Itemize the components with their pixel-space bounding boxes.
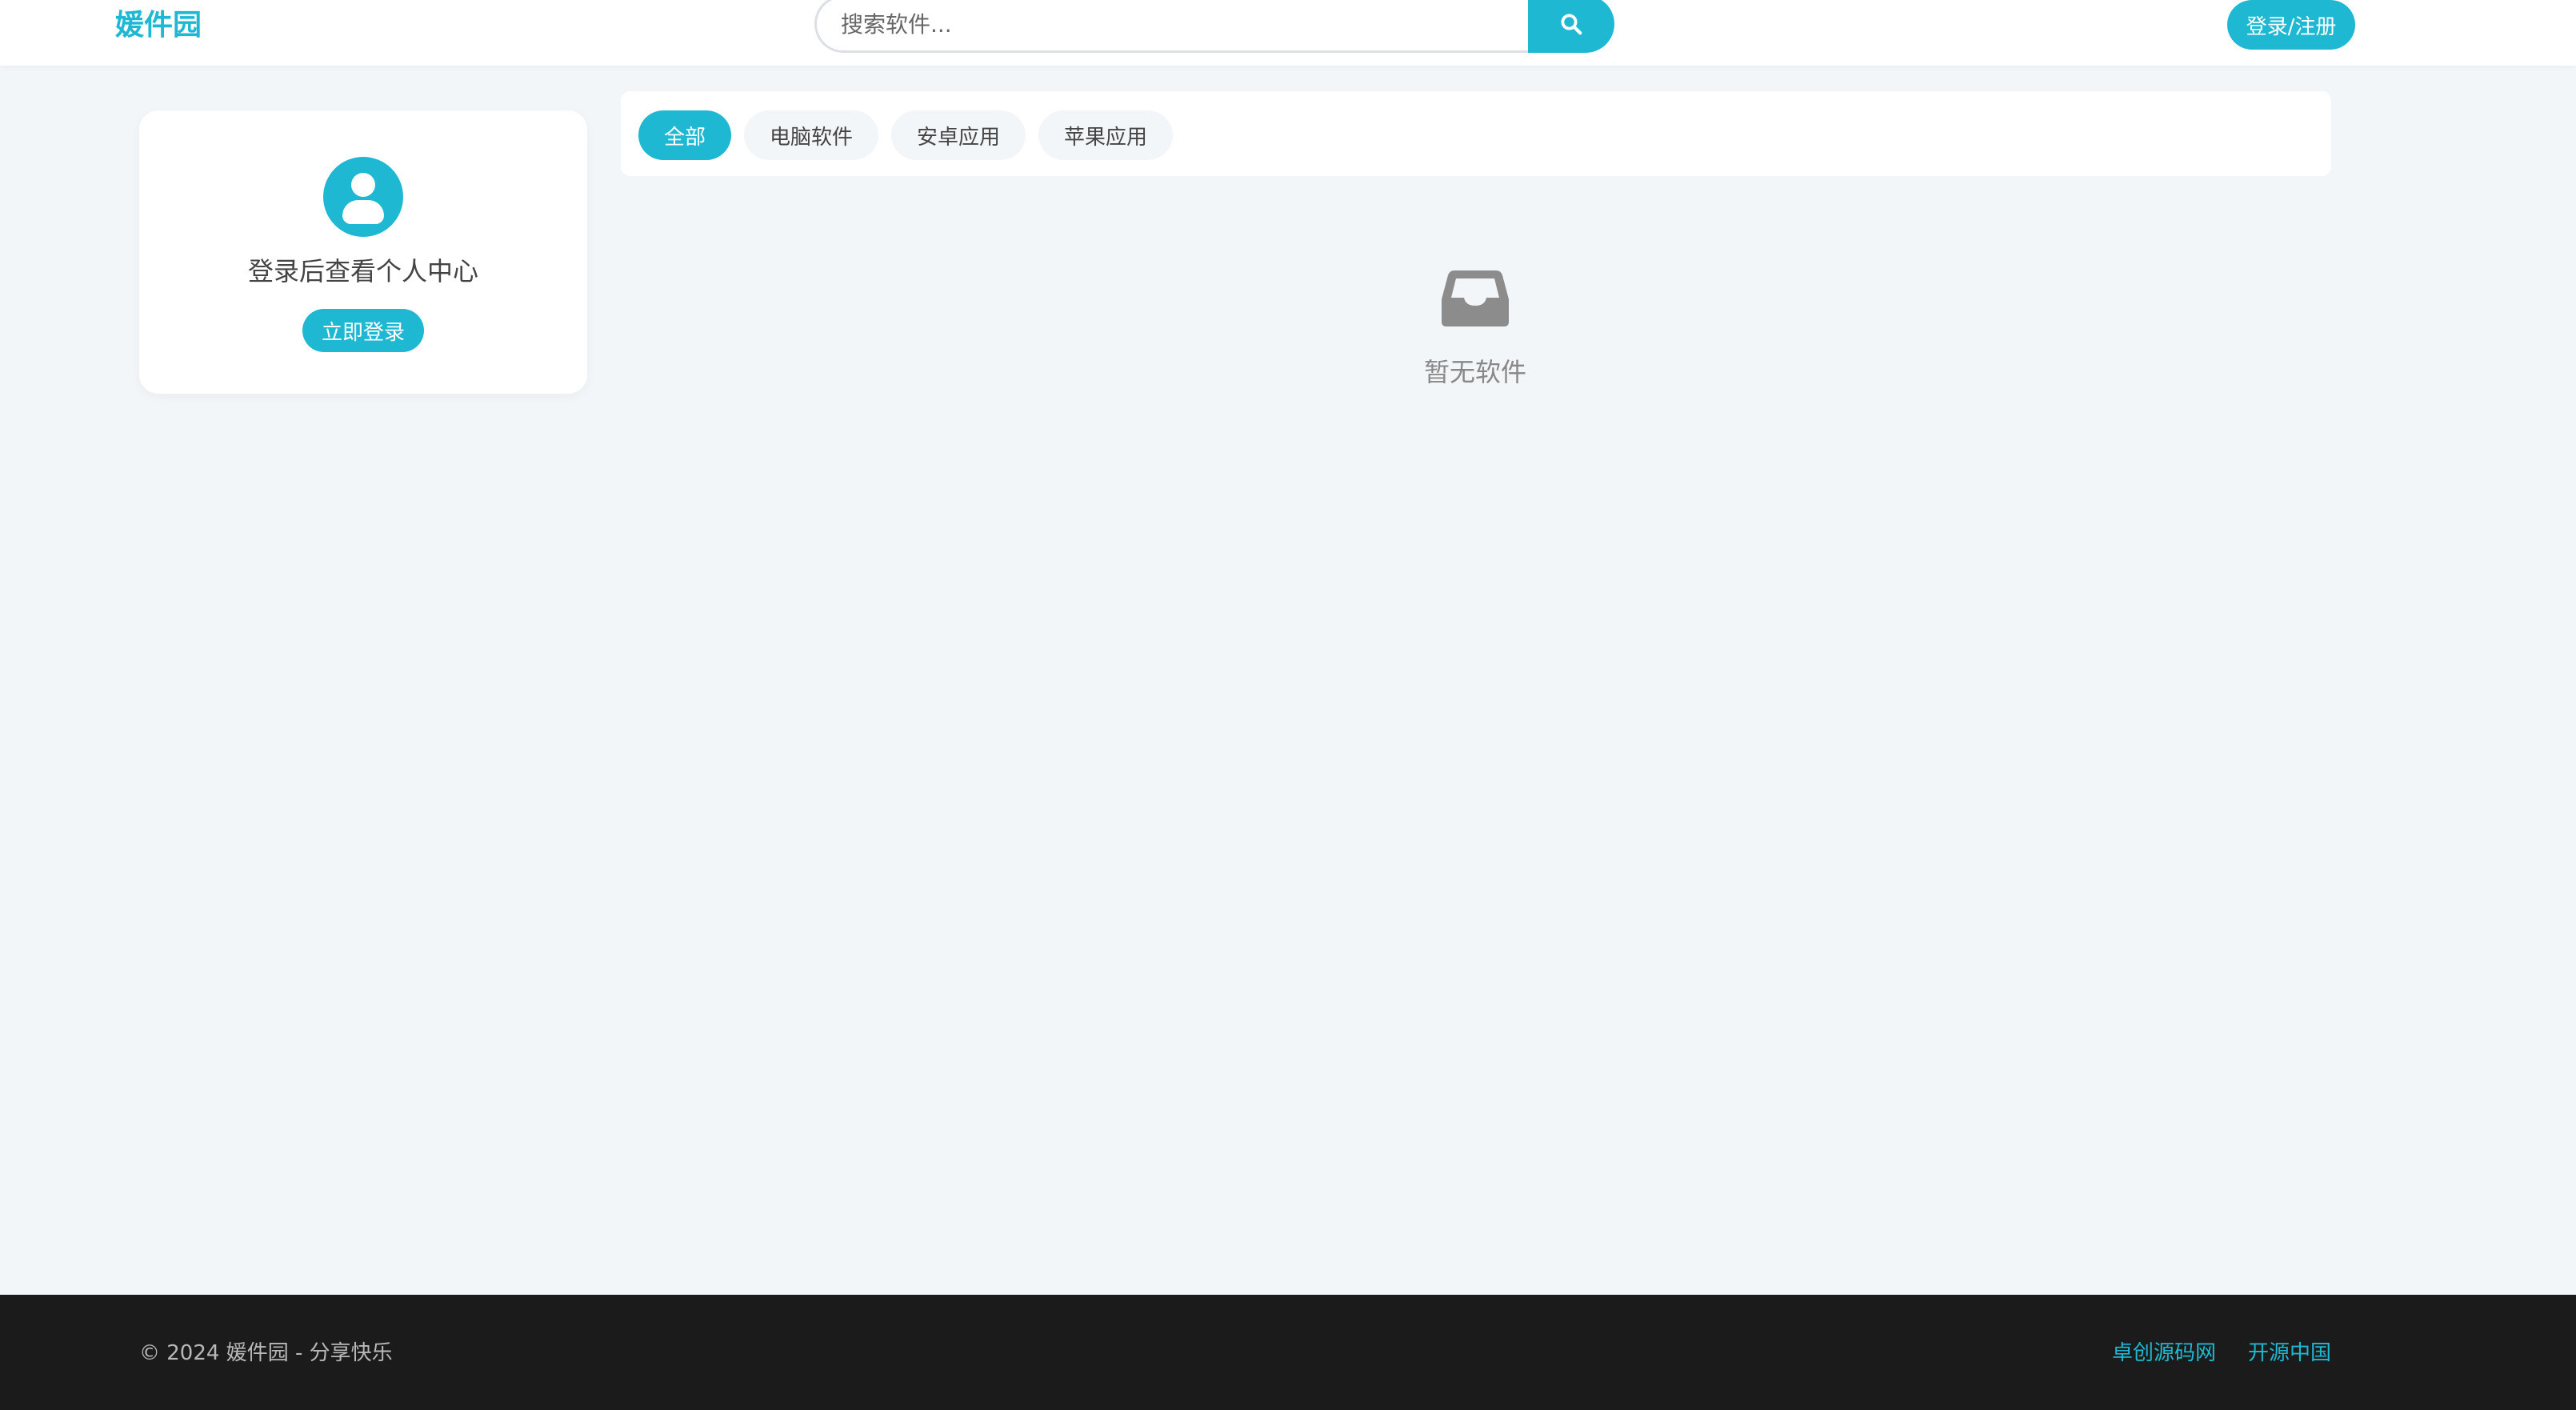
category-tabs: 全部 电脑软件 安卓应用 苹果应用 (621, 91, 2331, 176)
top-navbar: 媛件园 登录/注册 (0, 0, 2576, 66)
search-bar (814, 0, 1614, 53)
login-register-button[interactable]: 登录/注册 (2227, 0, 2355, 50)
avatar-head (351, 173, 375, 197)
user-card: 登录后查看个人中心 立即登录 (139, 110, 587, 394)
tab-pc-software[interactable]: 电脑软件 (744, 110, 878, 160)
search-icon (1561, 14, 1582, 35)
user-card-tip: 登录后查看个人中心 (247, 256, 478, 286)
tab-apple-apps[interactable]: 苹果应用 (1038, 110, 1173, 160)
copyright-text: © 2024 媛件园 - 分享快乐 (139, 1341, 393, 1365)
footer: © 2024 媛件园 - 分享快乐 卓创源码网 开源中国 (0, 1295, 2576, 1410)
tab-android-apps[interactable]: 安卓应用 (891, 110, 1026, 160)
footer-links: 卓创源码网 开源中国 (2112, 1336, 2331, 1366)
empty-state-text: 暂无软件 (1423, 357, 1526, 387)
search-input[interactable] (814, 0, 1528, 53)
login-now-button[interactable]: 立即登录 (302, 309, 424, 352)
tab-all[interactable]: 全部 (638, 110, 731, 160)
site-logo[interactable]: 媛件园 (115, 6, 202, 45)
avatar-body (342, 200, 384, 224)
footer-link-oschina[interactable]: 开源中国 (2248, 1336, 2331, 1366)
search-button[interactable] (1528, 0, 1614, 53)
footer-link-zhuochuang[interactable]: 卓创源码网 (2112, 1336, 2216, 1366)
user-icon (323, 157, 403, 237)
inbox-icon (1442, 270, 1509, 326)
